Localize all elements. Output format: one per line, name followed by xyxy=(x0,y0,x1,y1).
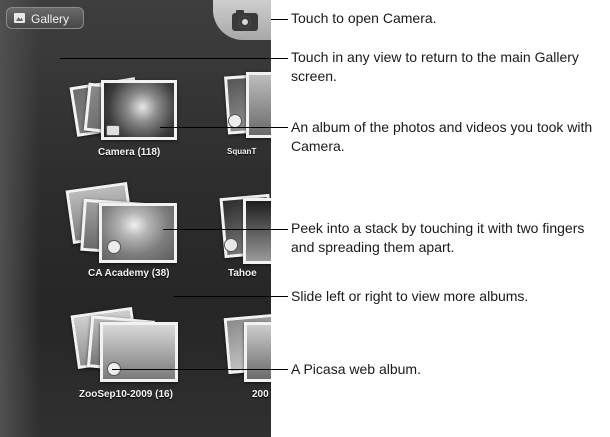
album-label: 200 xyxy=(252,389,269,400)
gallery-button[interactable]: Gallery xyxy=(6,7,84,29)
callout-camera-album: An album of the photos and videos you to… xyxy=(291,119,593,154)
gallery-button-label: Gallery xyxy=(31,12,70,26)
album-label: SquanT xyxy=(227,147,257,156)
callout-line-peek xyxy=(163,229,288,230)
callout-peek-stack: Peek into a stack by touching it with tw… xyxy=(291,220,585,255)
album-label: CA Academy (38) xyxy=(88,268,170,279)
album-label: Tahoe xyxy=(228,268,257,279)
album-label: Camera (118) xyxy=(98,147,161,158)
album-cover-photo xyxy=(244,322,271,382)
album-label: ZooSep10-2009 (16) xyxy=(79,389,173,400)
callout-line-camera-album xyxy=(160,127,288,128)
album-badge-icon xyxy=(228,114,242,128)
camera-badge-icon xyxy=(106,125,120,136)
callout-open-camera: Touch to open Camera. xyxy=(291,10,437,26)
album-cover-photo xyxy=(246,72,271,138)
callout-line-picasa xyxy=(112,369,288,370)
callout-line-gallery xyxy=(60,58,288,59)
album-cover-photo xyxy=(243,198,271,264)
callout-slide-albums: Slide left or right to view more albums. xyxy=(291,288,529,304)
album-badge-icon xyxy=(224,238,238,252)
album-cover-photo xyxy=(99,203,177,263)
callout-line-slide xyxy=(174,296,288,297)
gallery-icon xyxy=(14,13,25,23)
camera-icon[interactable] xyxy=(232,10,258,31)
picasa-badge-icon xyxy=(107,240,121,254)
callout-return-gallery: Touch in any view to return to the main … xyxy=(291,49,579,84)
callout-line-camera xyxy=(271,19,288,20)
callout-picasa-album: A Picasa web album. xyxy=(291,361,421,377)
gallery-screen[interactable]: Gallery Camera (118) SquanT CA Academy (… xyxy=(0,0,271,437)
